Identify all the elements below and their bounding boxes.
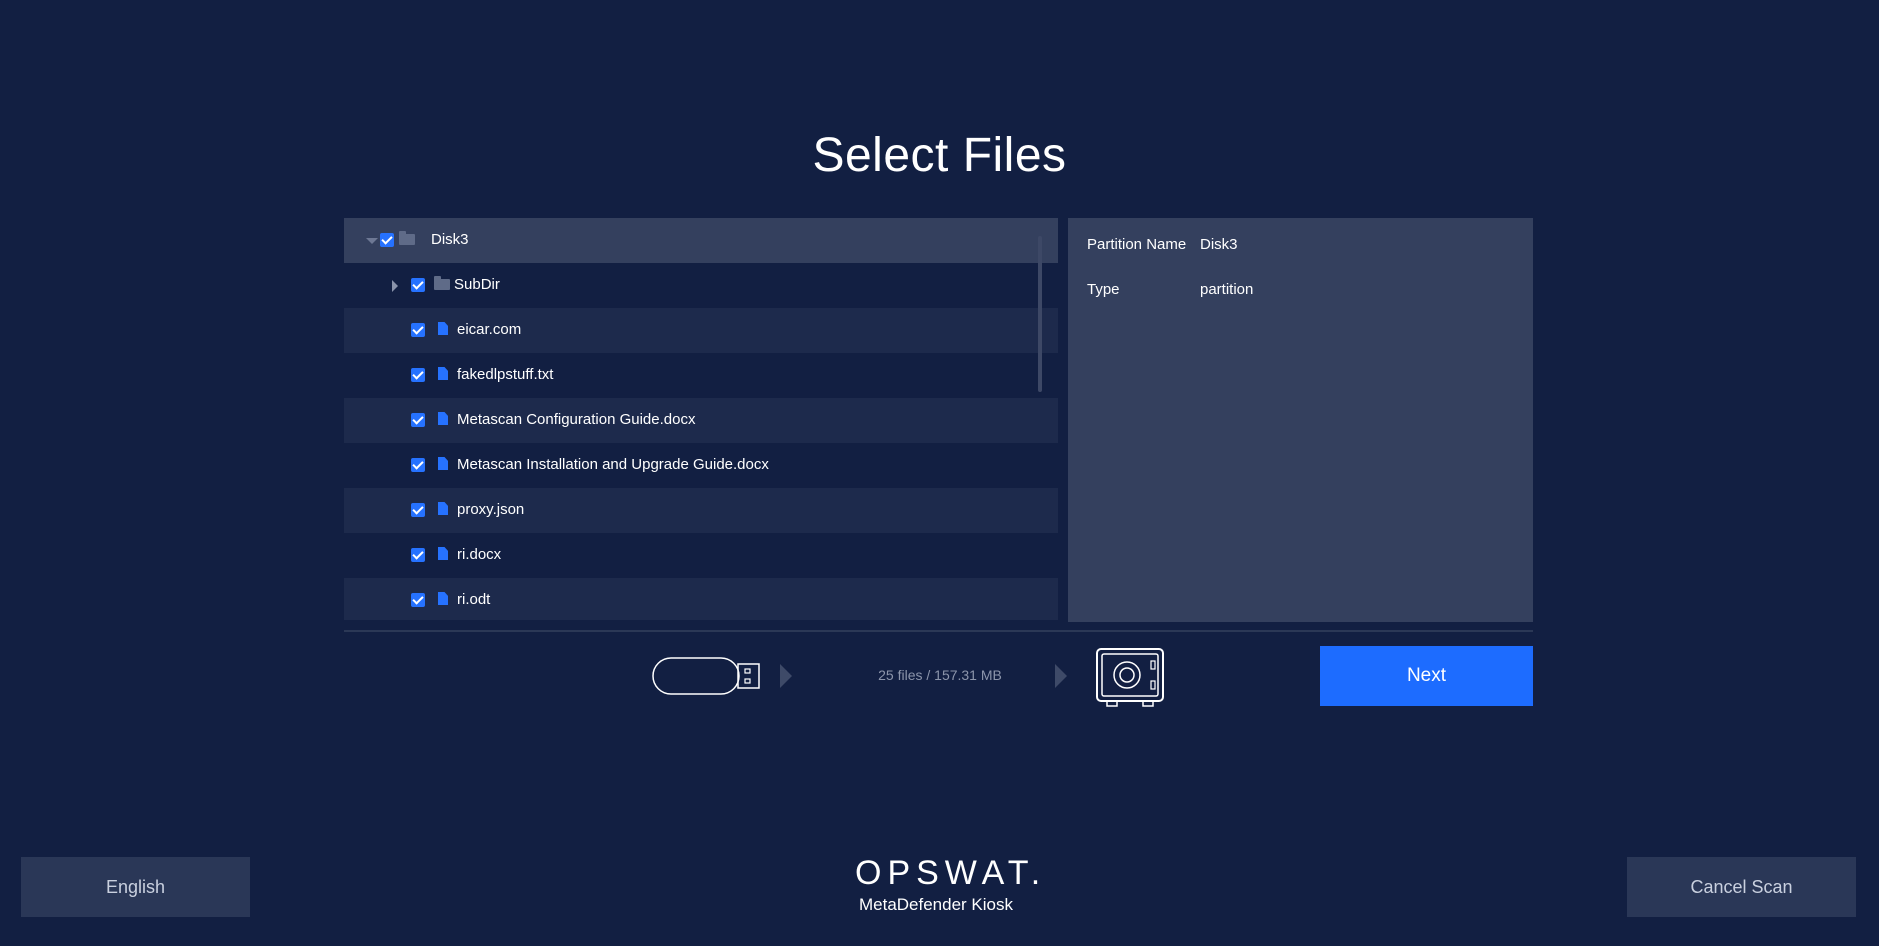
tree-row-file[interactable]: fakedlpstuff.txt (344, 353, 1058, 398)
tree-row-file[interactable]: Metascan Installation and Upgrade Guide.… (344, 443, 1058, 488)
tree-row-file[interactable]: ri.odt (344, 578, 1058, 620)
detail-label: Type (1087, 281, 1120, 298)
file-tree: Disk3 SubDir eicar.com fakedlpstuff.txt … (344, 218, 1058, 620)
collapse-icon[interactable] (366, 238, 378, 244)
file-icon (438, 367, 448, 380)
page: Select Files Disk3 SubDir eicar.com fake… (0, 0, 1879, 946)
tree-row-label: Metascan Installation and Upgrade Guide.… (457, 456, 769, 473)
tree-row-label: eicar.com (457, 321, 522, 338)
tree-row-label: ri.docx (457, 546, 502, 563)
cancel-scan-button[interactable]: Cancel Scan (1627, 857, 1856, 917)
checkbox[interactable] (380, 233, 394, 247)
checkbox[interactable] (411, 458, 425, 472)
vault-icon (1096, 648, 1164, 707)
checkbox[interactable] (411, 548, 425, 562)
tree-row-label: Metascan Configuration Guide.docx (457, 411, 696, 428)
tree-row-label: Disk3 (431, 231, 469, 248)
file-icon (438, 412, 448, 425)
tree-row-file[interactable]: eicar.com (344, 308, 1058, 353)
language-button[interactable]: English (21, 857, 250, 917)
checkbox[interactable] (411, 593, 425, 607)
tree-row-label: SubDir (454, 276, 500, 293)
tree-row-label: proxy.json (457, 501, 525, 518)
file-count-summary: 25 files / 157.31 MB (878, 667, 1002, 683)
folder-icon (399, 231, 415, 245)
file-icon (438, 322, 448, 335)
detail-value: partition (1200, 281, 1254, 298)
page-title: Select Files (812, 129, 1067, 182)
file-icon (438, 547, 448, 560)
tree-row-label: ri.odt (457, 591, 491, 608)
tree-row-disk3[interactable]: Disk3 (344, 218, 1058, 263)
checkbox[interactable] (411, 413, 425, 427)
usb-drive-icon (652, 657, 760, 695)
checkbox[interactable] (411, 323, 425, 337)
expand-icon[interactable] (392, 280, 398, 292)
opswat-logo: OPSWAT. (855, 854, 1047, 892)
tree-row-file[interactable]: ri.docx (344, 533, 1058, 578)
arrow-right-icon (1055, 664, 1067, 688)
detail-value: Disk3 (1200, 236, 1238, 253)
tree-row-file[interactable]: Metascan Configuration Guide.docx (344, 398, 1058, 443)
file-icon (438, 592, 448, 605)
tree-row-label: fakedlpstuff.txt (457, 366, 554, 383)
product-name: MetaDefender Kiosk (858, 895, 1014, 914)
file-icon (438, 457, 448, 470)
arrow-right-icon (780, 664, 792, 688)
tree-row-subdir[interactable]: SubDir (344, 263, 1058, 308)
tree-row-file[interactable]: proxy.json (344, 488, 1058, 533)
file-icon (438, 502, 448, 515)
tree-scrollbar[interactable] (1038, 236, 1042, 392)
next-button[interactable]: Next (1320, 646, 1533, 706)
folder-icon (434, 276, 450, 290)
checkbox[interactable] (411, 503, 425, 517)
checkbox[interactable] (411, 278, 425, 292)
detail-label: Partition Name (1087, 236, 1187, 253)
checkbox[interactable] (411, 368, 425, 382)
details-panel: Partition Name Disk3 Type partition (1068, 218, 1533, 622)
divider (344, 630, 1533, 632)
